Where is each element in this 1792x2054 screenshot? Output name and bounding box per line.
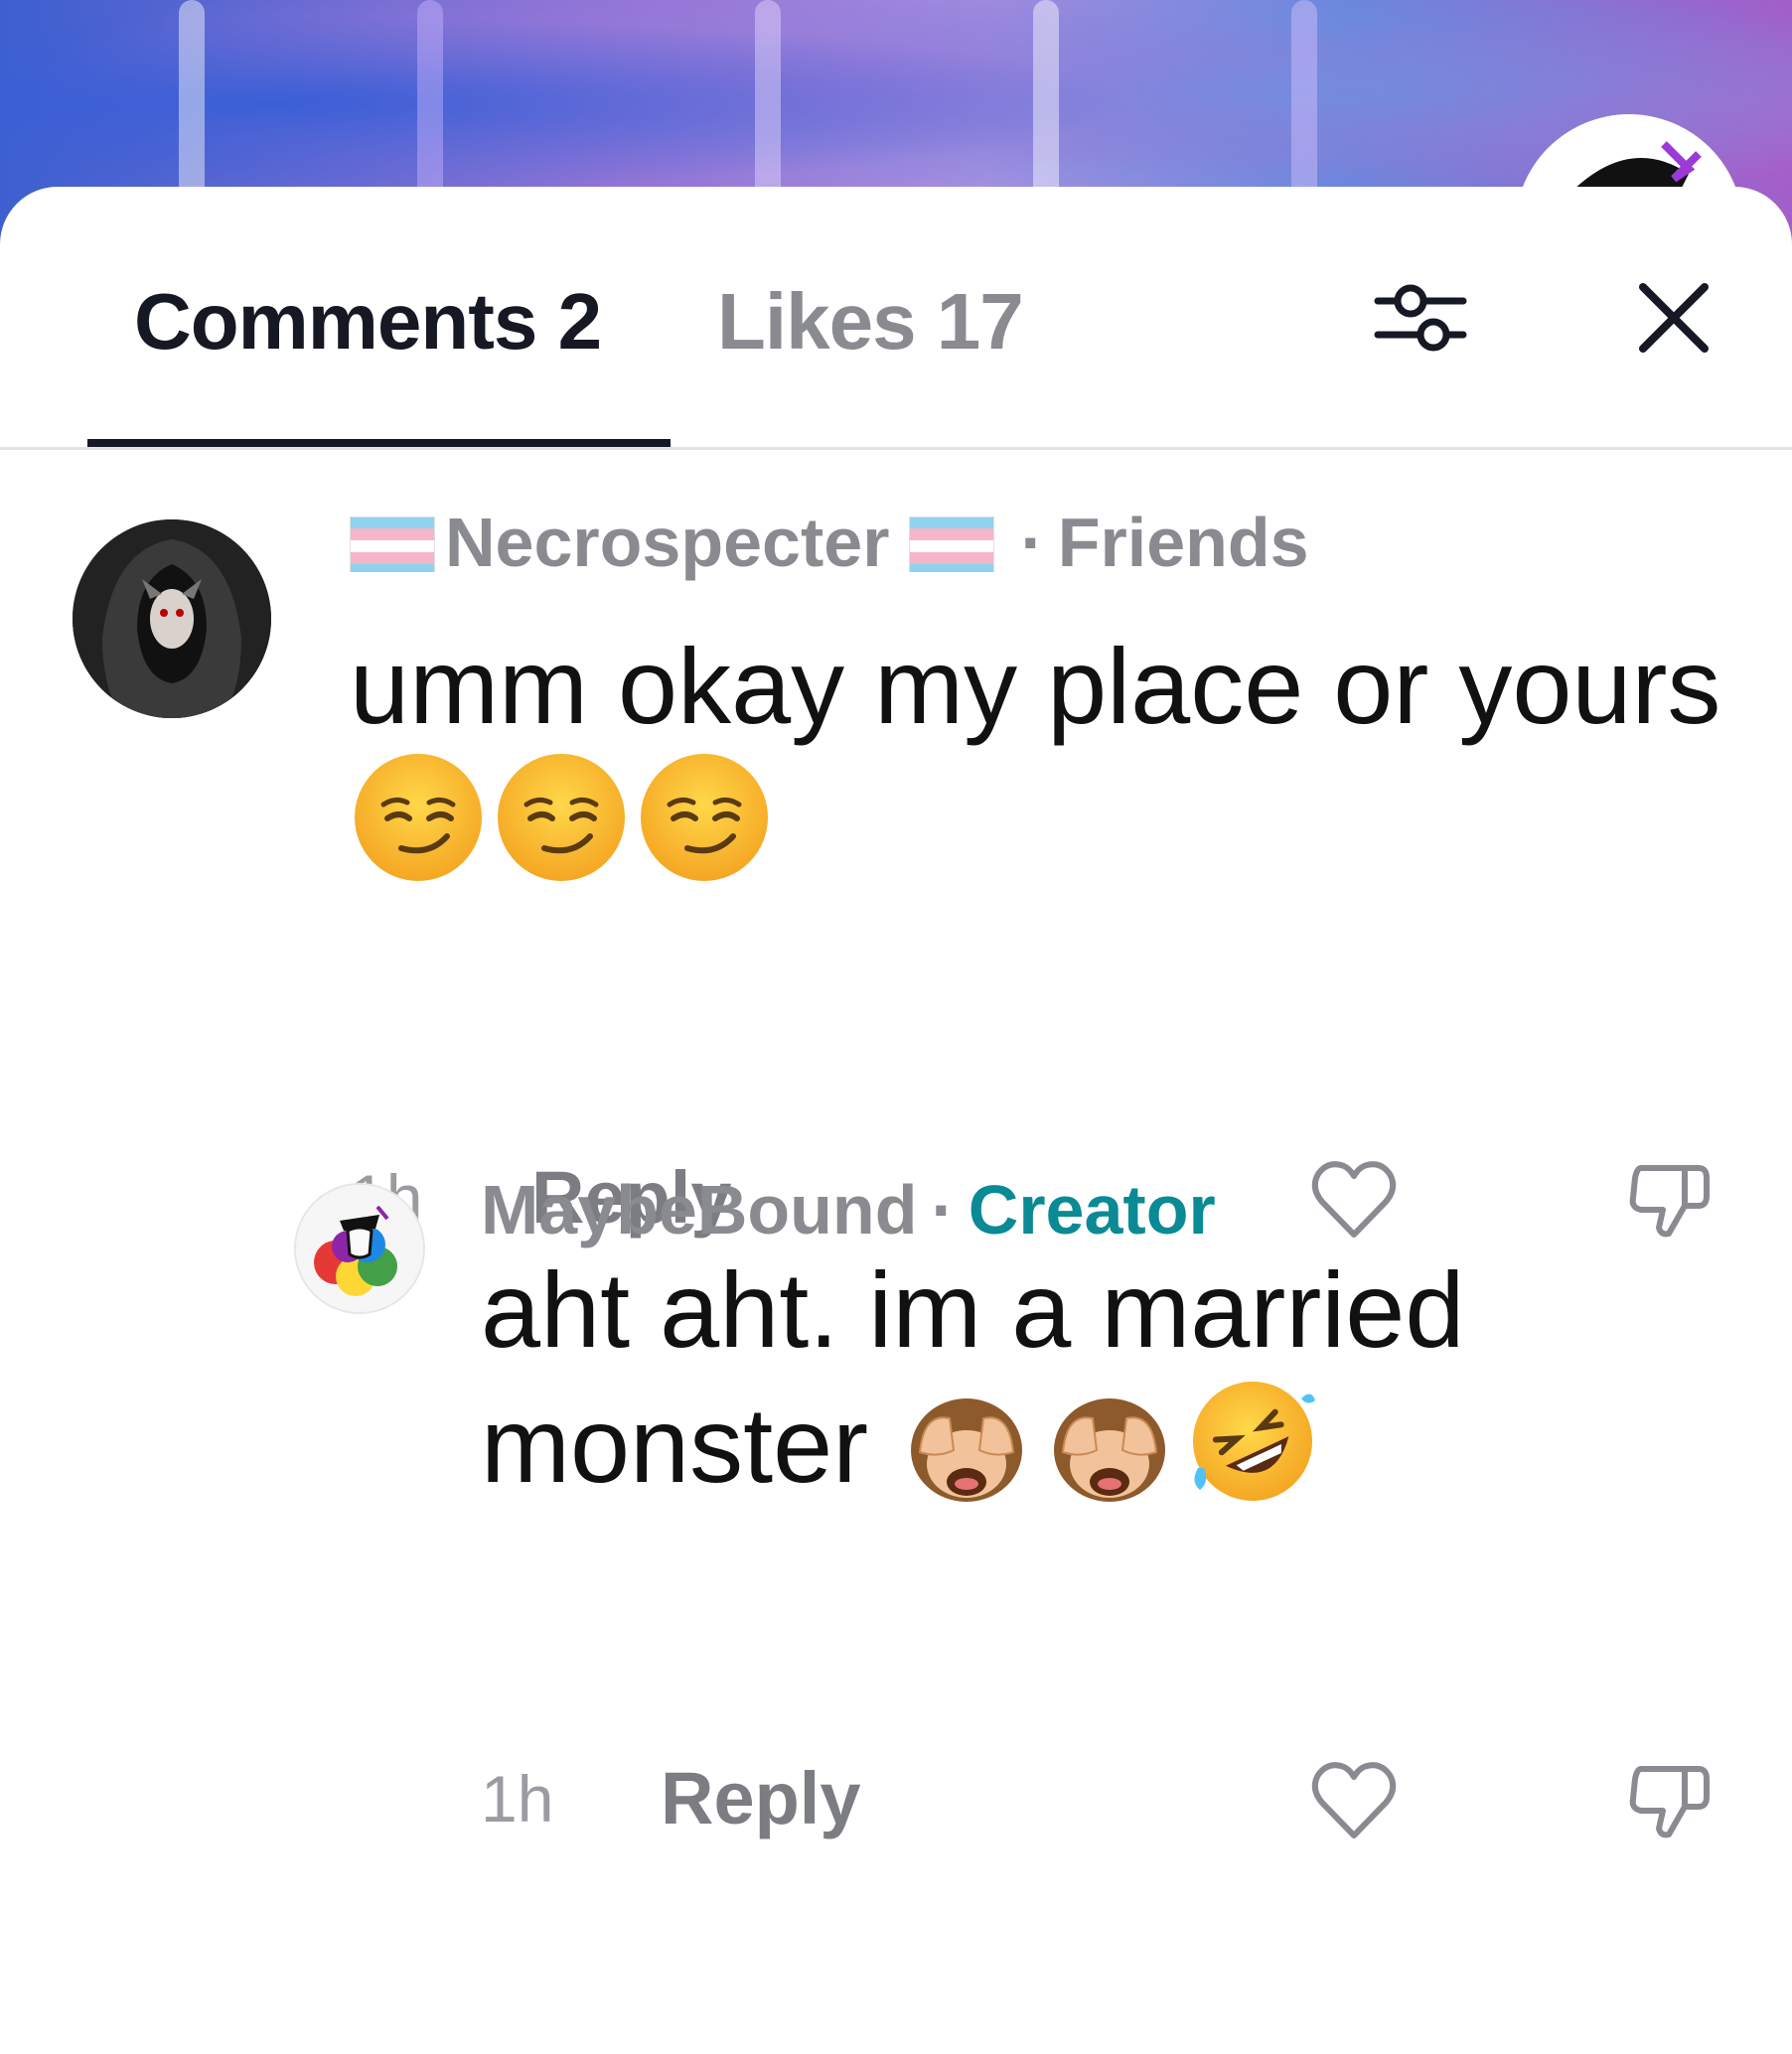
see-no-evil-monkey-emoji bbox=[1041, 1373, 1178, 1510]
username[interactable]: Necrospecter bbox=[445, 503, 889, 582]
comment-text: umm okay my place or yours bbox=[350, 624, 1740, 886]
comment-text: aht aht. im a married monster bbox=[481, 1247, 1772, 1510]
comment-meta: MaybeBound · Creator bbox=[481, 1170, 1216, 1249]
smirking-face-emoji bbox=[350, 749, 487, 886]
creator-badge: Creator bbox=[968, 1171, 1216, 1248]
rolling-on-floor-laughing-emoji bbox=[1184, 1373, 1321, 1510]
tab-comments[interactable]: Comments 2 bbox=[134, 276, 602, 367]
meta-separator: · bbox=[1020, 504, 1044, 581]
relation-label: Friends bbox=[1057, 504, 1309, 581]
see-no-evil-monkey-emoji bbox=[898, 1373, 1035, 1510]
sliders-icon[interactable] bbox=[1366, 263, 1475, 372]
thumbs-down-icon[interactable] bbox=[1619, 1751, 1718, 1850]
transgender-flag-icon bbox=[350, 513, 435, 572]
comments-sheet: Comments 2 Likes 17 Necrospecter · Frien… bbox=[0, 187, 1792, 2054]
comment-time: 1h bbox=[481, 1762, 554, 1835]
thumbs-down-icon[interactable] bbox=[1619, 1150, 1718, 1249]
heart-icon[interactable] bbox=[1304, 1751, 1404, 1850]
heart-icon[interactable] bbox=[1304, 1150, 1404, 1249]
comment-body: umm okay my place or yours bbox=[350, 626, 1721, 746]
smirking-face-emoji bbox=[493, 749, 630, 886]
smirking-face-emoji bbox=[636, 749, 773, 886]
tab-likes[interactable]: Likes 17 bbox=[717, 276, 1024, 367]
close-icon[interactable] bbox=[1619, 263, 1728, 372]
tab-bar: Comments 2 Likes 17 bbox=[0, 187, 1792, 450]
meta-separator: · bbox=[931, 1171, 955, 1248]
reply-button[interactable]: Reply bbox=[661, 1756, 861, 1840]
tab-divider bbox=[0, 447, 1792, 450]
comment-meta: Necrospecter · Friends bbox=[350, 503, 1309, 582]
transgender-flag-icon bbox=[909, 513, 995, 572]
avatar[interactable] bbox=[294, 1183, 425, 1314]
username[interactable]: MaybeBound bbox=[481, 1170, 917, 1249]
avatar[interactable] bbox=[73, 519, 271, 718]
